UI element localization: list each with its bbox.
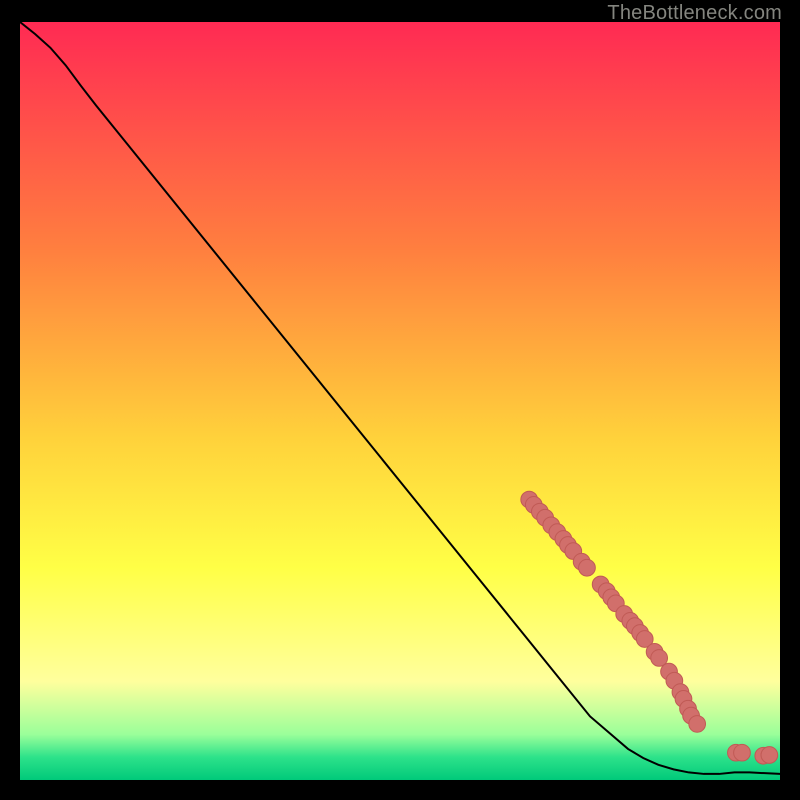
data-point: [761, 747, 778, 764]
data-point: [734, 744, 751, 761]
data-point: [689, 716, 706, 733]
data-point: [579, 559, 596, 576]
chart-frame: { "header": { "attribution": "TheBottlen…: [0, 0, 800, 800]
chart-svg: [20, 22, 780, 780]
